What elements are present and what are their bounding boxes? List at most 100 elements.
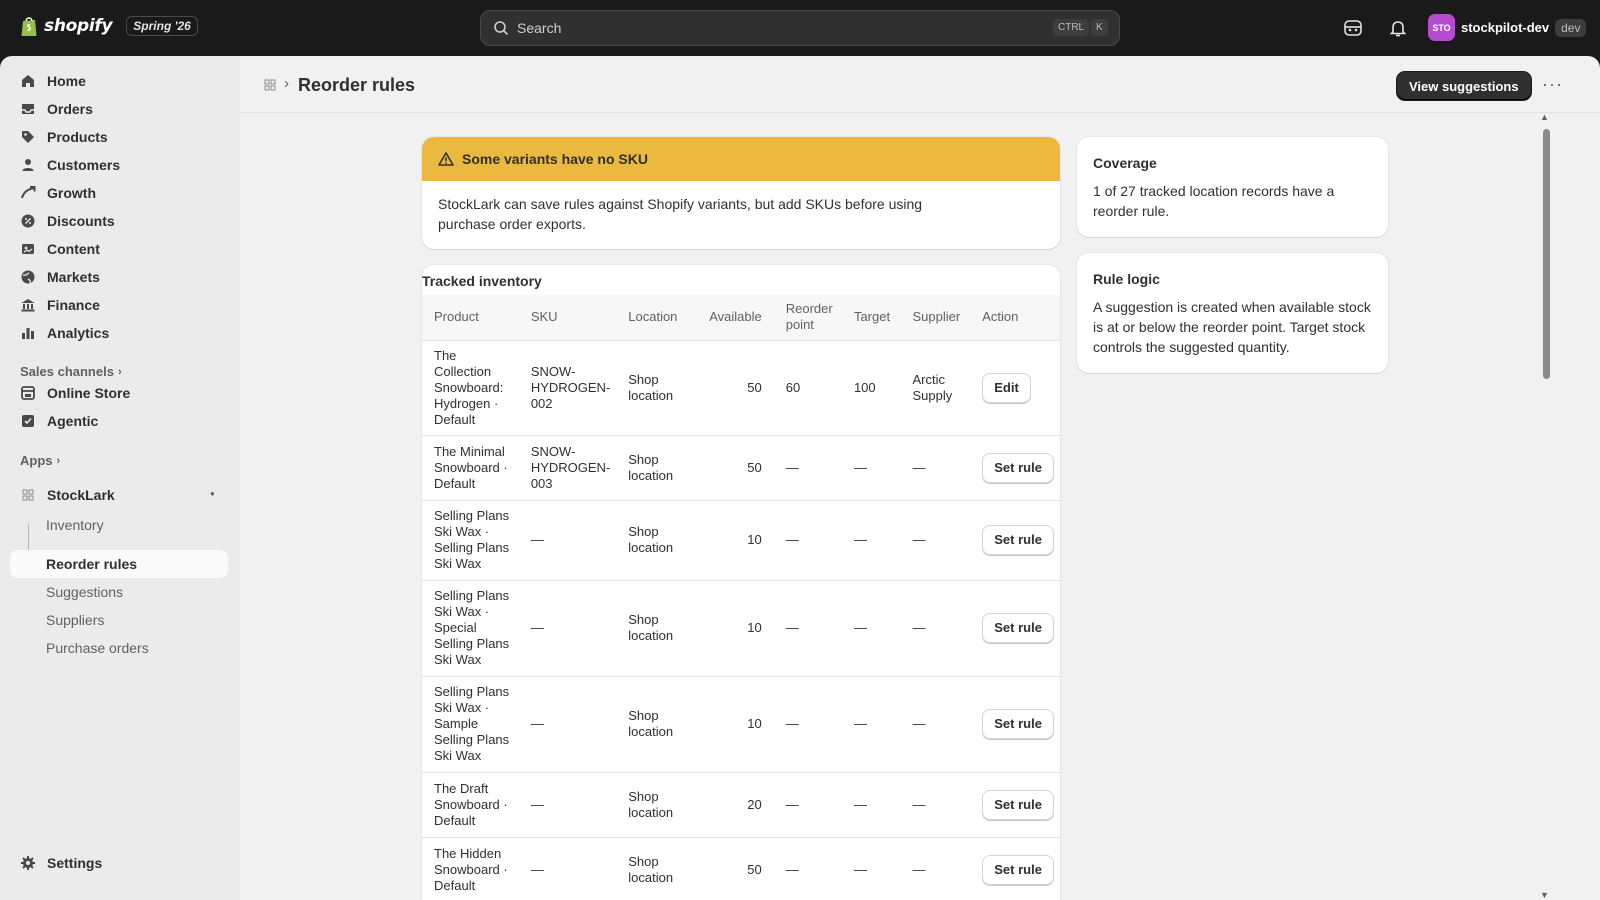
rule-logic-text: A suggestion is created when available s…: [1093, 299, 1371, 355]
sidebar-item-products[interactable]: Products: [10, 123, 228, 151]
sales-channels-heading[interactable]: Sales channels ›: [20, 364, 122, 379]
avatar: STO: [1428, 14, 1455, 41]
edit-rule-button[interactable]: Edit: [982, 372, 1031, 403]
col-action: Action: [982, 309, 1019, 325]
set-rule-button[interactable]: Set rule: [982, 709, 1054, 739]
sidebar-sub-suppliers[interactable]: Suppliers: [46, 612, 104, 628]
col-location: Location: [628, 309, 678, 325]
cell-product: The Collection Snowboard: Hydrogen · Def…: [422, 339, 519, 435]
sidebar-item-markets[interactable]: Markets: [10, 263, 228, 291]
cell-target: 100: [841, 339, 901, 435]
edition-badge[interactable]: Spring '26: [126, 16, 198, 36]
shopify-logo[interactable]: shopify Spring '26: [20, 15, 198, 37]
cell-available: 50: [696, 434, 774, 500]
cell-reorder-point: —: [773, 771, 842, 837]
set-rule-button[interactable]: Set rule: [982, 789, 1054, 820]
sidebar-item-settings[interactable]: Settings: [10, 849, 228, 877]
warning-banner: Some variants have no SKU StockLark can …: [422, 137, 1060, 249]
search-placeholder: Search: [517, 20, 562, 36]
table-row: Selling Plans Ski Wax · Special Selling …: [422, 579, 1060, 676]
sidebar-sub-purchase-orders[interactable]: Purchase orders: [46, 640, 149, 656]
sidebar-sub-reorder-rules[interactable]: Reorder rules: [46, 556, 137, 572]
chevron-right-icon: ›: [284, 75, 289, 92]
set-rule-button[interactable]: Set rule: [982, 452, 1054, 483]
sidebar-label: Analytics: [47, 325, 110, 341]
brand-wordmark: shopify: [44, 16, 113, 36]
chart-icon: [22, 328, 34, 339]
person-icon: [22, 159, 34, 171]
sidebar-item-customers[interactable]: Customers: [10, 151, 228, 179]
scrollbar-thumb[interactable]: [1543, 129, 1550, 379]
table-header: Product SKU Location Available Reorder p…: [422, 295, 1060, 340]
chevron-right-icon: ›: [56, 454, 61, 467]
shortcut-key: K: [1091, 19, 1108, 36]
tag-icon: [22, 131, 34, 143]
sidebar: Home Orders Products Customers Growth Di…: [0, 56, 240, 900]
sidebar-item-agentic[interactable]: Agentic: [10, 407, 228, 435]
scroll-down-icon[interactable]: ▼: [1540, 890, 1549, 900]
table-row: The Hidden Snowboard · Default — Shop lo…: [422, 836, 1060, 900]
pin-dot-icon[interactable]: ●: [210, 489, 215, 498]
cell-supplier: —: [900, 579, 971, 676]
coverage-card: Coverage 1 of 27 tracked location record…: [1077, 137, 1388, 237]
sidebar-item-growth[interactable]: Growth: [10, 179, 228, 207]
sidebar-item-discounts[interactable]: Discounts: [10, 207, 228, 235]
bell-icon[interactable]: [1387, 17, 1409, 39]
sidebar-label: Orders: [47, 101, 93, 117]
table-row: The Minimal Snowboard · Default SNOW-HYD…: [422, 434, 1060, 500]
sidebar-item-orders[interactable]: Orders: [10, 95, 228, 123]
app-grid-icon[interactable]: [264, 79, 277, 92]
apps-heading[interactable]: Apps ›: [20, 453, 60, 468]
sales-channels-label: Sales channels: [20, 364, 114, 379]
cell-action: Set rule: [970, 434, 1060, 500]
cell-product: The Minimal Snowboard · Default: [422, 434, 519, 500]
bank-icon: [21, 299, 35, 312]
tracked-inventory-card: Tracked inventory Product SKU Location A…: [422, 265, 1060, 900]
more-actions-icon[interactable]: ···: [1542, 74, 1563, 95]
cell-available: 20: [696, 771, 774, 837]
cell-supplier: —: [900, 675, 971, 772]
col-target: Target: [853, 309, 891, 325]
sidebar-item-content[interactable]: Content: [10, 235, 228, 263]
cell-product: The Hidden Snowboard · Default: [422, 836, 519, 900]
tracked-inventory-table: Product SKU Location Available Reorder p…: [422, 295, 1060, 900]
main-content: › Reorder rules View suggestions ··· Som…: [240, 56, 1600, 900]
cell-supplier: —: [900, 434, 971, 500]
store-name: stockpilot-dev: [1461, 20, 1550, 35]
search-icon: [494, 21, 509, 36]
sidebar-item-analytics[interactable]: Analytics: [10, 319, 228, 347]
set-rule-button[interactable]: Set rule: [982, 613, 1054, 643]
cell-sku: SNOW-HYDROGEN-002: [518, 339, 617, 435]
col-available: Available: [709, 309, 762, 325]
set-rule-button[interactable]: Set rule: [982, 525, 1054, 555]
col-sku: SKU: [530, 309, 558, 325]
sidebar-label: Home: [47, 73, 86, 89]
sidebar-item-online-store[interactable]: Online Store: [10, 379, 228, 407]
cell-location: Shop location: [616, 499, 697, 580]
sidebar-item-stocklark[interactable]: StockLark ●: [10, 481, 228, 509]
view-suggestions-button[interactable]: View suggestions: [1397, 72, 1531, 100]
store-icon: [21, 386, 35, 400]
scroll-up-icon[interactable]: ▲: [1540, 112, 1549, 122]
sidebar-sub-suggestions[interactable]: Suggestions: [46, 584, 123, 600]
cell-reorder-point: —: [773, 579, 842, 676]
content-icon: [22, 244, 34, 254]
cell-action: Set rule: [970, 579, 1060, 676]
sidebar-label: Markets: [47, 269, 100, 285]
sidebar-item-home[interactable]: Home: [10, 67, 228, 95]
rule-logic-card: Rule logic A suggestion is created when …: [1077, 253, 1388, 373]
search-input[interactable]: Search CTRL K: [480, 10, 1120, 46]
sidekick-icon[interactable]: [1342, 17, 1364, 39]
account-menu[interactable]: STO stockpilot-dev dev: [1428, 14, 1587, 41]
col-reorder-point: Reorder point: [785, 301, 833, 333]
cell-reorder-point: —: [773, 675, 842, 772]
cell-target: —: [841, 675, 901, 772]
shopify-bag-icon: [21, 17, 37, 36]
warning-icon: [438, 152, 454, 166]
sidebar-item-finance[interactable]: Finance: [10, 291, 228, 319]
growth-icon: [21, 186, 36, 199]
cell-reorder-point: —: [773, 836, 842, 900]
sidebar-sub-inventory[interactable]: Inventory: [46, 517, 104, 533]
set-rule-button[interactable]: Set rule: [982, 854, 1054, 885]
table-row: Selling Plans Ski Wax · Selling Plans Sk…: [422, 499, 1060, 580]
